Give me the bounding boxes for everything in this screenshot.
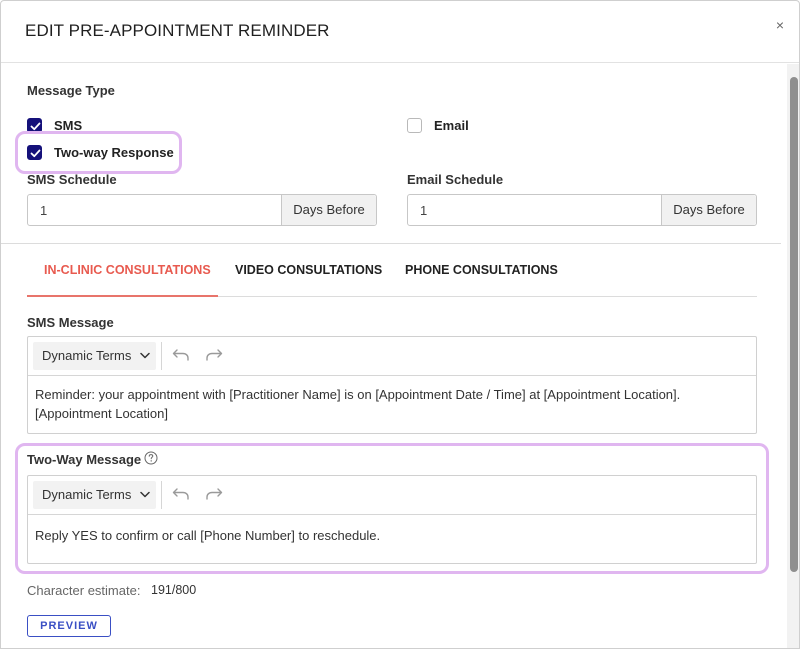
check-icon	[30, 149, 41, 158]
sms-message-label: SMS Message	[27, 315, 114, 330]
close-icon[interactable]: ×	[773, 17, 787, 33]
redo-icon[interactable]	[205, 487, 223, 501]
two-way-message-editor: Dynamic Terms Reply YES to confirm or ca…	[27, 475, 757, 564]
help-circle-icon[interactable]	[144, 451, 158, 465]
message-type-label: Message Type	[27, 83, 115, 98]
scrollbar-thumb[interactable]	[790, 77, 798, 572]
undo-icon[interactable]	[172, 348, 190, 362]
sms-schedule-unit: Days Before	[281, 195, 376, 225]
preview-button[interactable]: PREVIEW	[27, 615, 111, 637]
two-way-editor-toolbar: Dynamic Terms	[28, 476, 756, 515]
modal-header: EDIT PRE-APPOINTMENT REMINDER ×	[1, 1, 799, 63]
undo-icon[interactable]	[172, 487, 190, 501]
sms-message-line-1: Reminder: your appointment with [Practit…	[35, 387, 681, 402]
email-schedule-value: 1	[420, 203, 428, 218]
email-schedule-unit: Days Before	[661, 195, 756, 225]
email-checkbox[interactable]	[407, 118, 422, 133]
tab-phone[interactable]: PHONE CONSULTATIONS	[405, 263, 558, 277]
two-way-message-label: Two-Way Message	[27, 452, 142, 467]
sms-editor-toolbar: Dynamic Terms	[28, 337, 756, 376]
tab-in-clinic[interactable]: IN-CLINIC CONSULTATIONS	[44, 263, 211, 277]
email-schedule-label: Email Schedule	[407, 172, 504, 187]
edit-reminder-modal: EDIT PRE-APPOINTMENT REMINDER × Message …	[0, 0, 800, 649]
sms-schedule-input[interactable]: 1 Days Before	[27, 194, 377, 226]
two-way-checkbox[interactable]	[27, 145, 42, 160]
tab-video[interactable]: VIDEO CONSULTATIONS	[235, 263, 382, 277]
dynamic-terms-label: Dynamic Terms	[42, 348, 132, 363]
two-way-message-text[interactable]: Reply YES to confirm or call [Phone Numb…	[35, 526, 745, 545]
dynamic-terms-dropdown[interactable]: Dynamic Terms	[33, 342, 156, 370]
sms-schedule-value: 1	[40, 203, 48, 218]
sms-message-editor: Dynamic Terms Reminder: your appointment…	[27, 336, 757, 434]
dynamic-terms-dropdown[interactable]: Dynamic Terms	[33, 481, 156, 509]
character-estimate-value: 191/800	[151, 583, 197, 597]
dynamic-terms-label: Dynamic Terms	[42, 487, 132, 502]
sms-message-text[interactable]: Reminder: your appointment with [Practit…	[35, 385, 745, 423]
toolbar-separator	[161, 481, 162, 509]
redo-icon[interactable]	[205, 348, 223, 362]
modal-title: EDIT PRE-APPOINTMENT REMINDER	[25, 21, 330, 40]
sms-message-line-2: [Appointment Location]	[35, 406, 168, 421]
toolbar-separator	[161, 342, 162, 370]
section-divider	[1, 243, 781, 244]
chevron-down-icon	[140, 491, 150, 498]
active-tab-indicator	[27, 295, 218, 297]
two-way-checkbox-label: Two-way Response	[54, 145, 174, 160]
sms-schedule-label: SMS Schedule	[27, 172, 117, 187]
email-schedule-input[interactable]: 1 Days Before	[407, 194, 757, 226]
chevron-down-icon	[140, 352, 150, 359]
email-checkbox-label: Email	[434, 118, 469, 133]
character-estimate-label: Character estimate:	[27, 583, 141, 598]
